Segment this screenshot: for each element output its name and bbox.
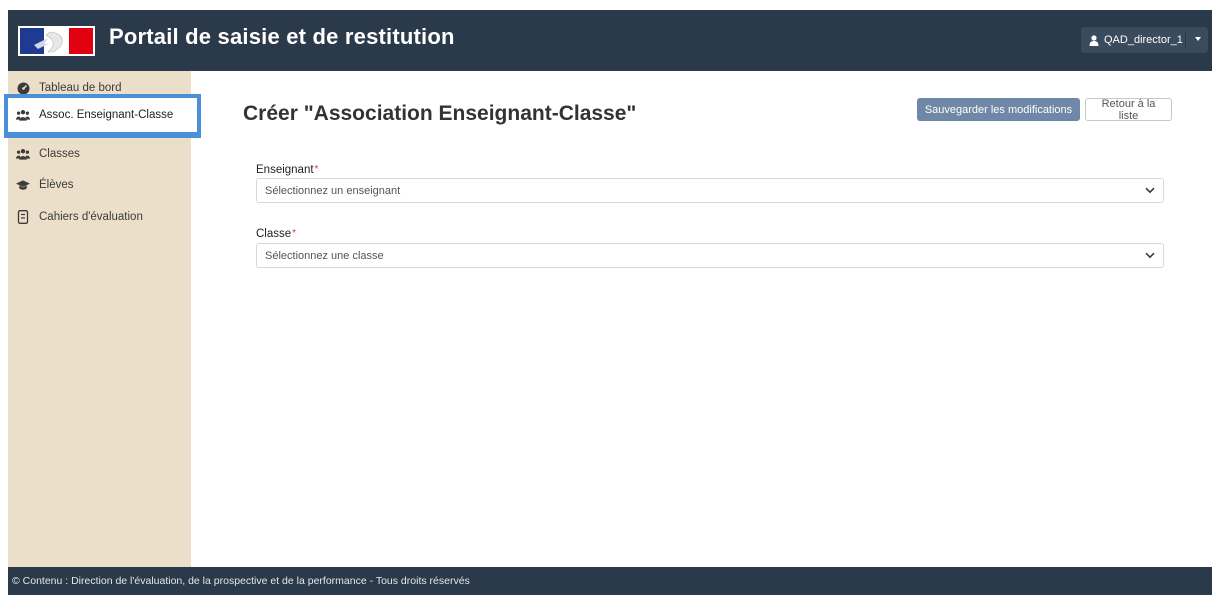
top-navbar: Portail de saisie et de restitution QAD_…: [8, 10, 1212, 71]
user-menu-button[interactable]: QAD_director_1: [1081, 27, 1208, 53]
chevron-down-icon: [1145, 252, 1155, 259]
app-title: Portail de saisie et de restitution: [109, 24, 455, 49]
dropdown-divider: [1185, 31, 1186, 49]
chevron-down-icon: [1145, 187, 1155, 194]
enseignant-select[interactable]: Sélectionnez un enseignant: [256, 178, 1164, 203]
dashboard-icon: [16, 81, 30, 95]
notebook-icon: [16, 210, 30, 224]
classe-select[interactable]: Sélectionnez une classe: [256, 243, 1164, 268]
field-label-text: Enseignant: [256, 164, 314, 176]
marianne-logo[interactable]: [18, 26, 95, 56]
sidebar-item-label: Tableau de bord: [39, 82, 122, 94]
classe-label: Classe*: [256, 228, 296, 240]
sidebar-item-label: Élèves: [39, 179, 74, 191]
select-placeholder: Sélectionnez une classe: [265, 249, 384, 262]
sidebar-item-label: Classes: [39, 148, 80, 160]
main-content: Créer "Association Enseignant-Classe" Sa…: [191, 71, 1212, 567]
users-icon: [16, 147, 30, 161]
sidebar-item-classes[interactable]: Classes: [8, 142, 191, 166]
sidebar-item-cahiers-evaluation[interactable]: Cahiers d'évaluation: [8, 205, 191, 229]
sidebar-item-label: Assoc. Enseignant-Classe: [39, 109, 174, 121]
sidebar: Tableau de bord Assoc. Enseignant-Classe…: [4, 71, 201, 567]
graduation-cap-icon: [16, 178, 30, 192]
page-title: Créer "Association Enseignant-Classe": [243, 102, 637, 125]
users-icon: [16, 108, 30, 122]
sidebar-item-eleves[interactable]: Élèves: [8, 173, 191, 197]
user-icon: [1089, 34, 1099, 46]
caret-down-icon[interactable]: [1195, 37, 1201, 41]
active-item-body: Assoc. Enseignant-Classe: [8, 98, 197, 132]
save-button[interactable]: Sauvegarder les modifications: [917, 98, 1080, 121]
back-to-list-button[interactable]: Retour à la liste: [1085, 98, 1172, 122]
footer: © Contenu : Direction de l'évaluation, d…: [8, 567, 1212, 595]
field-label-text: Classe: [256, 228, 292, 240]
enseignant-label: Enseignant*: [256, 164, 318, 176]
footer-copyright: © Contenu : Direction de l'évaluation, d…: [12, 575, 470, 587]
sidebar-item-assoc-enseignant-classe[interactable]: Assoc. Enseignant-Classe: [4, 94, 201, 138]
sidebar-item-label: Cahiers d'évaluation: [39, 211, 143, 223]
app-frame: Portail de saisie et de restitution QAD_…: [4, 10, 1212, 595]
required-marker: *: [292, 228, 297, 239]
select-placeholder: Sélectionnez un enseignant: [265, 184, 401, 197]
username-label: QAD_director_1: [1104, 34, 1183, 46]
required-marker: *: [314, 164, 319, 175]
